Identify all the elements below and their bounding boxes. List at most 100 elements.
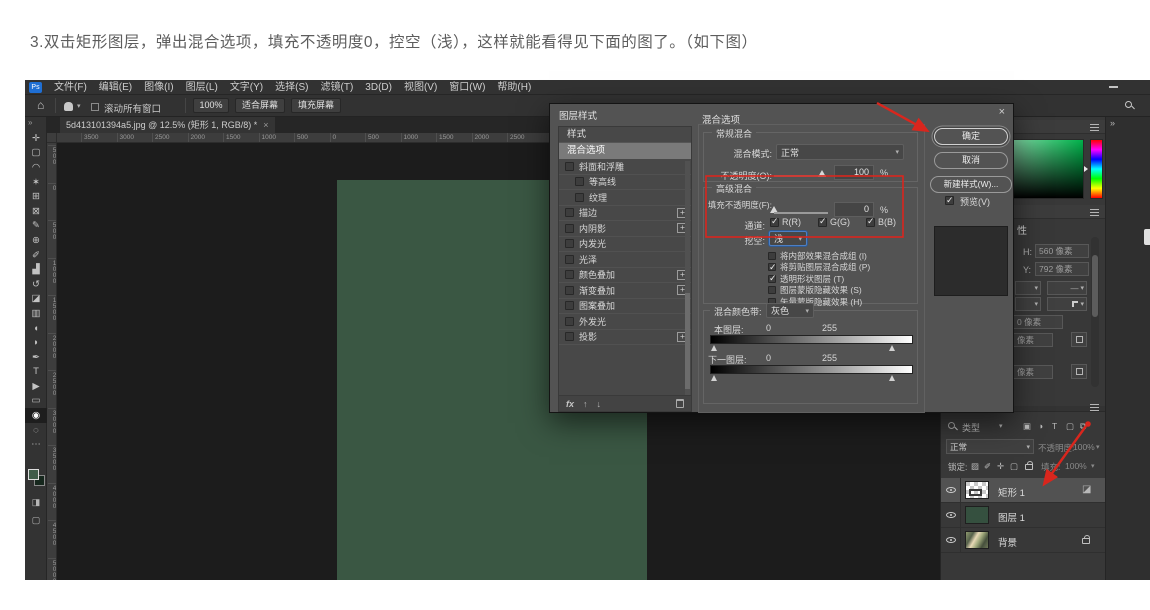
menu-item[interactable]: 帮助(H) xyxy=(491,80,537,95)
layer-name[interactable]: 矩形 1 xyxy=(998,485,1025,499)
channel-b[interactable]: B(B) xyxy=(866,217,896,227)
style-checkbox[interactable] xyxy=(565,239,574,248)
crop-tool[interactable]: ⊞ xyxy=(25,189,47,204)
corner-button[interactable] xyxy=(1071,332,1087,347)
style-item[interactable]: 投影 xyxy=(559,330,691,346)
opacity-slider-handle[interactable] xyxy=(818,170,826,177)
type-tool[interactable]: T xyxy=(25,365,47,380)
home-icon[interactable]: ⌂ xyxy=(37,98,44,112)
menu-item[interactable]: 编辑(E) xyxy=(93,80,138,95)
history-brush-tool[interactable]: ↺ xyxy=(25,277,47,292)
magic-wand-tool[interactable]: ✶ xyxy=(25,175,47,190)
filter-type-label[interactable]: 类型 xyxy=(962,421,980,434)
lock-transparency-icon[interactable]: ▨ xyxy=(971,461,979,472)
opacity-value-field[interactable]: 100 xyxy=(834,165,874,180)
layer-thumbnail[interactable] xyxy=(965,506,989,524)
channel-g[interactable]: G(G) xyxy=(818,217,850,227)
style-checkbox[interactable] xyxy=(565,162,574,171)
scrollbar[interactable] xyxy=(1091,237,1099,387)
eyedropper-tool[interactable]: ✎ xyxy=(25,219,47,234)
menu-item[interactable]: 3D(D) xyxy=(359,80,398,95)
style-item[interactable]: 内阴影 xyxy=(559,221,691,237)
style-item[interactable]: 内发光 xyxy=(559,237,691,253)
style-item[interactable]: 渐变叠加 xyxy=(559,283,691,299)
visibility-eye-icon[interactable] xyxy=(946,537,956,543)
layer-thumbnail[interactable] xyxy=(965,531,989,549)
dodge-tool[interactable]: ◖ xyxy=(25,321,47,336)
filter-type-layers-icon[interactable]: T xyxy=(1052,421,1057,431)
menu-item[interactable]: 图层(L) xyxy=(180,80,224,95)
move-tool[interactable]: ✛ xyxy=(25,131,47,146)
channel-g-checkbox[interactable] xyxy=(818,218,827,227)
chevron-down-icon[interactable]: ▾ xyxy=(999,422,1003,430)
gradient-tool[interactable]: ▥ xyxy=(25,306,47,321)
lock-all-icon[interactable] xyxy=(1025,464,1033,470)
layer-name[interactable]: 背景 xyxy=(998,535,1017,549)
channel-r[interactable]: R(R) xyxy=(770,217,801,227)
ok-button[interactable]: 确定 xyxy=(934,128,1008,145)
fit-screen-button[interactable]: 适合屏幕 xyxy=(235,98,285,113)
style-item[interactable]: 等高线 xyxy=(559,175,691,191)
scrollbar[interactable] xyxy=(685,161,690,401)
blend-if-handle[interactable] xyxy=(889,345,895,351)
style-checkbox[interactable] xyxy=(565,301,574,310)
toolbar-collapse-icon[interactable]: » xyxy=(28,118,32,127)
layer-row-rectangle1[interactable]: 矩形 1 ◪ xyxy=(941,478,1106,503)
preview-checkbox[interactable] xyxy=(945,196,954,205)
style-item[interactable]: 图案叠加 xyxy=(559,299,691,315)
menu-item[interactable]: 滤镜(T) xyxy=(315,80,360,95)
collapsed-panel-tab[interactable] xyxy=(1144,229,1150,245)
menu-item[interactable]: 文件(F) xyxy=(48,80,93,95)
layer-thumbnail[interactable] xyxy=(965,481,989,499)
style-checkbox[interactable] xyxy=(575,177,584,186)
visibility-eye-icon[interactable] xyxy=(946,487,956,493)
option-checkbox[interactable] xyxy=(768,275,776,283)
style-item[interactable]: 纹理 xyxy=(559,190,691,206)
blend-if-handle[interactable] xyxy=(711,345,717,351)
px-field[interactable]: 像素 xyxy=(1013,365,1053,379)
corner-button[interactable] xyxy=(1071,364,1087,379)
style-checkbox[interactable] xyxy=(565,317,574,326)
opacity-value[interactable]: 100% xyxy=(1073,442,1095,452)
this-layer-gradient-bar[interactable] xyxy=(710,335,913,344)
visibility-eye-icon[interactable] xyxy=(946,512,956,518)
filter-adjustment-layers-icon[interactable]: ◑ xyxy=(1038,421,1043,431)
style-item[interactable]: 描边 xyxy=(559,206,691,222)
properties-tab-label[interactable]: 性 xyxy=(1017,222,1027,237)
menu-item[interactable]: 文字(Y) xyxy=(224,80,269,95)
pen-tool[interactable]: ✒ xyxy=(25,350,47,365)
blend-if-handle[interactable] xyxy=(711,375,717,381)
stroke-type-dropdown[interactable]: —▾ xyxy=(1047,281,1087,295)
lock-pixels-icon[interactable]: ✐ xyxy=(984,461,991,472)
style-checkbox[interactable] xyxy=(565,255,574,264)
new-style-button[interactable]: 新建样式(W)... xyxy=(930,176,1012,193)
collapse-panels-icon[interactable]: » xyxy=(1110,118,1115,128)
radius-field[interactable]: 0 像素 xyxy=(1013,315,1063,329)
zoom-100-button[interactable]: 100% xyxy=(193,98,229,113)
move-down-icon[interactable]: ↓ xyxy=(597,399,602,409)
blending-options-item-selected[interactable]: 混合选项 xyxy=(559,143,691,159)
px-field[interactable]: 像素 xyxy=(1013,333,1053,347)
delete-effect-trash-icon[interactable] xyxy=(676,399,684,408)
chevron-down-icon[interactable]: ▾ xyxy=(1091,462,1095,470)
move-up-icon[interactable]: ↑ xyxy=(583,399,588,409)
style-checkbox[interactable] xyxy=(565,332,574,341)
style-item[interactable]: 光泽 xyxy=(559,252,691,268)
minimize-icon[interactable] xyxy=(1109,86,1118,88)
slice-tool[interactable]: ⊠ xyxy=(25,204,47,219)
hue-strip[interactable] xyxy=(1090,139,1103,199)
eraser-tool[interactable]: ◪ xyxy=(25,292,47,307)
corner-dropdown[interactable]: ▾ xyxy=(1047,297,1087,311)
advanced-option[interactable]: 图层蒙版隐藏效果 (S) xyxy=(768,285,870,297)
fill-value[interactable]: 100% xyxy=(1065,461,1087,471)
screen-mode-icon[interactable]: ▢ xyxy=(25,515,47,526)
filter-smart-object-icon[interactable]: ⧉ xyxy=(1080,421,1086,432)
height-field[interactable]: 560 像素 xyxy=(1035,244,1089,258)
style-checkbox[interactable] xyxy=(565,208,574,217)
option-checkbox[interactable] xyxy=(768,286,776,294)
cancel-button[interactable]: 取消 xyxy=(934,152,1008,169)
blend-mode-dropdown[interactable]: 正常▾ xyxy=(946,439,1034,454)
search-icon[interactable] xyxy=(1125,101,1132,108)
zoom-tool[interactable]: ◌ xyxy=(25,423,47,438)
style-item[interactable]: 颜色叠加 xyxy=(559,268,691,284)
